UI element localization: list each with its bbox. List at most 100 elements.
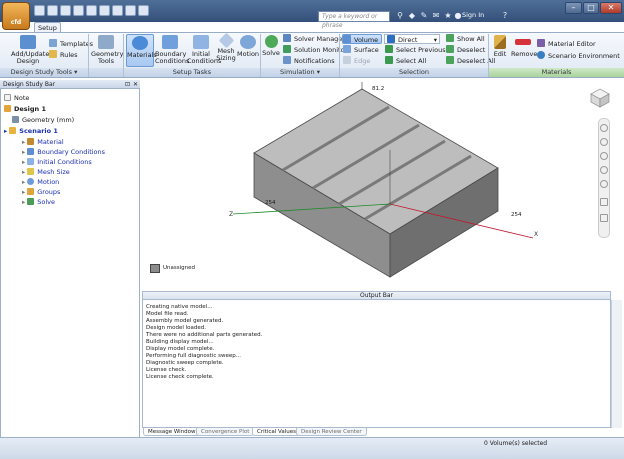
search-input[interactable]: Type a keyword or phrase bbox=[318, 11, 390, 29]
pencil-icon bbox=[494, 35, 506, 49]
tree-scenario[interactable]: ▸ Scenario 1 bbox=[4, 127, 58, 135]
boundary-conditions-button[interactable]: Boundary Conditions bbox=[155, 35, 189, 65]
note-icon bbox=[4, 94, 11, 101]
help-icon[interactable]: ? bbox=[500, 11, 510, 21]
close-button[interactable]: ✕ bbox=[600, 2, 622, 14]
remove-material-button[interactable]: Remove bbox=[511, 35, 537, 58]
subscription-icon[interactable]: ◆ bbox=[407, 11, 417, 21]
scenario-icon bbox=[9, 127, 17, 134]
templates-button[interactable]: Templates bbox=[49, 39, 93, 49]
output-scrollbar[interactable] bbox=[611, 300, 622, 428]
tree-design[interactable]: Design 1 bbox=[4, 105, 46, 113]
maximize-button[interactable]: □ bbox=[583, 2, 599, 14]
tree-item-motion[interactable]: ▸ Motion bbox=[22, 178, 59, 186]
pan-icon[interactable] bbox=[600, 138, 608, 146]
open-icon[interactable] bbox=[47, 5, 58, 16]
orbit-icon[interactable] bbox=[600, 166, 608, 174]
output-message: Model file read. bbox=[146, 311, 189, 317]
select-previous-button[interactable]: Select Previous bbox=[385, 45, 446, 55]
tree-geometry[interactable]: Geometry (mm) bbox=[12, 116, 74, 124]
tree-item-mesh-size[interactable]: ▸ Mesh Size bbox=[22, 168, 70, 176]
geometry-tree-icon bbox=[12, 116, 19, 123]
fit-view-icon[interactable] bbox=[600, 198, 608, 206]
design-study-bar bbox=[0, 80, 140, 455]
print-icon[interactable] bbox=[73, 5, 84, 16]
tab-autodesk-360[interactable]: Autodesk 360 bbox=[132, 22, 183, 32]
show-all-button[interactable]: Show All bbox=[446, 34, 485, 44]
zoom-icon[interactable] bbox=[600, 152, 608, 160]
favorites-icon[interactable]: ★ bbox=[443, 11, 453, 21]
tab-results[interactable]: Results bbox=[58, 22, 87, 32]
surface-button[interactable]: Surface bbox=[343, 45, 379, 55]
motion-button[interactable]: Motion bbox=[237, 35, 259, 58]
tree-item-material[interactable]: ▸ Material bbox=[22, 138, 64, 146]
tab-community[interactable]: Community bbox=[222, 22, 266, 32]
tree-note[interactable]: Note bbox=[4, 94, 29, 102]
direct-dropdown[interactable]: Direct ▾ bbox=[384, 34, 440, 44]
communication-icon[interactable]: ✉ bbox=[431, 11, 441, 21]
tab-message-window[interactable]: Message Window bbox=[143, 428, 201, 436]
undo-icon[interactable] bbox=[86, 5, 97, 16]
material-editor-button[interactable]: Material Editor bbox=[537, 39, 596, 49]
tree-item-groups[interactable]: ▸ Groups bbox=[22, 188, 60, 196]
tab-critical-values[interactable]: Critical Values bbox=[252, 428, 301, 436]
tree-item-initial-conditions[interactable]: ▸ Initial Conditions bbox=[22, 158, 92, 166]
view-settings-icon[interactable] bbox=[600, 214, 608, 222]
scenario-environment-button[interactable]: Scenario Environment bbox=[537, 51, 620, 61]
camera-icon[interactable] bbox=[125, 5, 136, 16]
tree-item-boundary-conditions[interactable]: ▸ Boundary Conditions bbox=[22, 148, 105, 156]
minimize-button[interactable]: – bbox=[565, 2, 582, 14]
initial-conditions-button[interactable]: Initial Conditions bbox=[187, 35, 221, 65]
tab-design-review-center[interactable]: Design Review Center bbox=[296, 428, 367, 436]
application-menu-button[interactable]: cfd bbox=[2, 2, 30, 30]
group-label-simulation[interactable]: Simulation ▾ bbox=[261, 68, 339, 77]
select-all-button[interactable]: Select All bbox=[385, 56, 426, 66]
mesh-sizing-button[interactable]: Mesh Sizing bbox=[216, 32, 236, 62]
tab-start-learn[interactable]: Start & Learn bbox=[177, 22, 226, 32]
settings-icon[interactable] bbox=[138, 5, 149, 16]
save-icon[interactable] bbox=[60, 5, 71, 16]
notifications-button[interactable]: Notifications bbox=[283, 56, 335, 66]
deselect-button[interactable]: Deselect bbox=[446, 45, 485, 55]
new-icon[interactable] bbox=[34, 5, 45, 16]
tools-icon[interactable]: ✎ bbox=[419, 11, 429, 21]
redo-icon[interactable] bbox=[99, 5, 110, 16]
material-editor-icon bbox=[537, 39, 545, 47]
rules-button[interactable]: Rules bbox=[49, 50, 78, 60]
look-icon[interactable] bbox=[600, 180, 608, 188]
tab-vault[interactable]: Vault bbox=[108, 22, 130, 32]
binoculars-icon[interactable]: ⚲ bbox=[395, 11, 405, 21]
tab-setup[interactable]: Setup bbox=[34, 22, 61, 32]
add-update-design-button[interactable]: Add/Update Design bbox=[11, 35, 49, 65]
solve-tree-icon bbox=[27, 198, 35, 205]
viewcube-icon[interactable] bbox=[590, 88, 610, 108]
model-render[interactable] bbox=[141, 80, 624, 289]
solver-manager-button[interactable]: Solver Manager bbox=[283, 34, 345, 44]
expand-icon: ▸ bbox=[4, 127, 8, 135]
solve-icon bbox=[264, 35, 278, 48]
output-bar-header[interactable]: Output Bar bbox=[142, 291, 611, 300]
edge-button[interactable]: Edge bbox=[343, 56, 370, 66]
volume-button[interactable]: Volume bbox=[342, 34, 383, 44]
solve-button[interactable]: Solve bbox=[262, 35, 280, 57]
close-panel-icon[interactable]: ✕ bbox=[133, 80, 138, 89]
steering-wheel-icon[interactable] bbox=[600, 124, 608, 132]
materials-button[interactable]: Materials bbox=[126, 34, 157, 67]
refresh-icon[interactable] bbox=[112, 5, 123, 16]
tree-item-solve[interactable]: ▸ Solve bbox=[22, 198, 55, 206]
solution-monitor-button[interactable]: Solution Monitor bbox=[283, 45, 347, 55]
sign-in-link[interactable]: Sign In bbox=[462, 11, 484, 19]
show-all-icon bbox=[446, 34, 454, 42]
group-label-design-study-tools[interactable]: Design Study Tools ▾ bbox=[0, 68, 88, 77]
deselect-icon bbox=[446, 45, 454, 53]
add-design-icon bbox=[20, 35, 36, 49]
edit-material-button[interactable]: Edit bbox=[491, 35, 509, 58]
tab-convergence-plot[interactable]: Convergence Plot bbox=[196, 428, 255, 436]
pin-icon[interactable]: ⊡ bbox=[125, 80, 130, 89]
app-logo-text: cfd bbox=[10, 19, 22, 26]
chevron-down-icon: ▾ bbox=[433, 36, 437, 44]
design-icon bbox=[4, 105, 11, 112]
geometry-tools-button[interactable]: Geometry Tools bbox=[91, 35, 123, 65]
solution-monitor-icon bbox=[283, 45, 291, 53]
tab-view[interactable]: View bbox=[86, 22, 107, 32]
